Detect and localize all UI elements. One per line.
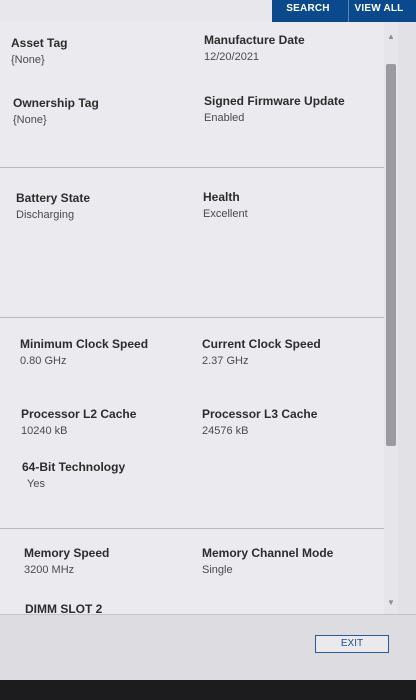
tech-64bit-field: 64-Bit Technology Yes xyxy=(22,460,125,490)
min-clock-speed-value: 0.80 GHz xyxy=(20,355,67,367)
footer-bar: EXIT xyxy=(0,614,416,681)
health-field: Health Excellent xyxy=(203,190,248,220)
memory-channel-mode-field: Memory Channel Mode Single xyxy=(202,546,333,576)
dimm-slot-2-label: DIMM SLOT 2 xyxy=(25,602,103,614)
dimm-slot-2-field: DIMM SLOT 2 xyxy=(25,602,102,614)
tech-64bit-value: Yes xyxy=(27,478,45,490)
scroll-up-icon[interactable]: ▲ xyxy=(384,32,398,42)
memory-channel-mode-label: Memory Channel Mode xyxy=(202,546,334,560)
tech-64bit-label: 64-Bit Technology xyxy=(22,460,126,474)
section-divider xyxy=(0,167,392,168)
asset-tag-field: Asset Tag {None} xyxy=(11,36,67,66)
memory-channel-mode-value: Single xyxy=(202,564,233,576)
manufacture-date-value: 12/20/2021 xyxy=(204,51,260,63)
l3-cache-field: Processor L3 Cache 24576 kB xyxy=(202,407,317,437)
search-button[interactable]: SEARCH xyxy=(276,0,340,22)
signed-firmware-update-value: Enabled xyxy=(204,112,245,124)
signed-firmware-update-field: Signed Firmware Update Enabled xyxy=(204,94,345,124)
asset-tag-value: {None} xyxy=(11,54,45,66)
section-divider xyxy=(0,317,392,318)
current-clock-speed-label: Current Clock Speed xyxy=(202,337,321,351)
current-clock-speed-value: 2.37 GHz xyxy=(202,355,249,367)
details-panel: Asset Tag {None} Manufacture Date 12/20/… xyxy=(0,22,398,614)
signed-firmware-update-label: Signed Firmware Update xyxy=(204,94,345,108)
exit-button[interactable]: EXIT xyxy=(315,635,389,653)
memory-speed-label: Memory Speed xyxy=(24,546,110,560)
current-clock-speed-field: Current Clock Speed 2.37 GHz xyxy=(202,337,321,367)
battery-state-value: Discharging xyxy=(16,209,75,221)
health-label: Health xyxy=(203,190,240,204)
battery-state-label: Battery State xyxy=(16,191,91,205)
ownership-tag-value: {None} xyxy=(13,114,47,126)
memory-speed-field: Memory Speed 3200 MHz xyxy=(24,546,109,576)
asset-tag-label: Asset Tag xyxy=(11,36,68,50)
manufacture-date-label: Manufacture Date xyxy=(204,33,305,47)
scroll-down-icon[interactable]: ▼ xyxy=(384,598,398,608)
window-edge xyxy=(398,22,416,614)
l2-cache-field: Processor L2 Cache 10240 kB xyxy=(21,407,136,437)
health-value: Excellent xyxy=(203,208,248,220)
min-clock-speed-label: Minimum Clock Speed xyxy=(20,337,149,351)
l3-cache-label: Processor L3 Cache xyxy=(202,407,318,421)
l3-cache-value: 24576 kB xyxy=(202,425,249,437)
screen-bezel xyxy=(0,680,416,700)
view-all-button[interactable]: VIEW ALL xyxy=(348,0,409,22)
battery-state-field: Battery State Discharging xyxy=(16,191,90,221)
memory-speed-value: 3200 MHz xyxy=(24,564,75,576)
manufacture-date-field: Manufacture Date 12/20/2021 xyxy=(204,33,305,63)
scrollbar-thumb[interactable] xyxy=(386,64,396,446)
ownership-tag-label: Ownership Tag xyxy=(13,96,99,110)
section-divider xyxy=(0,528,392,529)
min-clock-speed-field: Minimum Clock Speed 0.80 GHz xyxy=(20,337,148,367)
l2-cache-label: Processor L2 Cache xyxy=(21,407,137,421)
l2-cache-value: 10240 kB xyxy=(21,425,68,437)
ownership-tag-field: Ownership Tag {None} xyxy=(13,96,99,126)
